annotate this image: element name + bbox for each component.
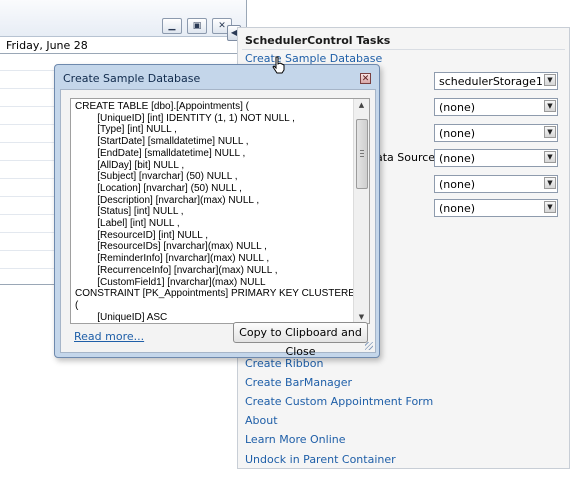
scroll-down-icon[interactable]: ▼ <box>356 312 367 322</box>
combo-value: (none) <box>439 152 476 165</box>
date-header-label: Friday, June 28 <box>6 39 88 52</box>
combo-value: (none) <box>439 101 476 114</box>
dialog-body: CREATE TABLE [dbo].[Appointments] ( [Uni… <box>60 89 376 358</box>
chevron-down-icon[interactable]: ▼ <box>544 126 556 138</box>
combo-box[interactable]: (none) ▼ <box>434 98 558 116</box>
combo-box[interactable]: (none) ▼ <box>434 175 558 193</box>
chevron-down-icon[interactable]: ▼ <box>544 100 556 112</box>
combo-box[interactable]: (none) ▼ <box>434 199 558 217</box>
combo-value: (none) <box>439 178 476 191</box>
restore-icon[interactable]: ▣ <box>187 18 207 34</box>
date-header: Friday, June 28 <box>0 37 246 54</box>
minimize-icon[interactable]: ▁ <box>162 18 182 34</box>
grip-line <box>360 150 364 151</box>
scroll-up-icon[interactable]: ▲ <box>356 100 367 110</box>
dialog-title: Create Sample Database <box>63 72 201 85</box>
undock-link[interactable]: Undock in Parent Container <box>245 453 396 466</box>
combo-value: (none) <box>439 127 476 140</box>
combo-value: schedulerStorage1 <box>439 75 543 88</box>
about-link[interactable]: About <box>245 414 278 427</box>
hand-cursor-icon <box>272 56 285 74</box>
read-more-link[interactable]: Read more... <box>74 330 144 343</box>
data-source-combo[interactable]: (none) ▼ <box>434 149 558 167</box>
grip-line <box>360 153 364 154</box>
chevron-down-icon[interactable]: ▼ <box>544 74 556 86</box>
create-custom-appointment-form-link[interactable]: Create Custom Appointment Form <box>245 395 433 408</box>
chevron-down-icon[interactable]: ▼ <box>544 177 556 189</box>
resize-grip-icon[interactable] <box>365 342 373 350</box>
learn-more-online-link[interactable]: Learn More Online <box>245 433 346 446</box>
sql-script-text[interactable]: CREATE TABLE [dbo].[Appointments] ( [Uni… <box>75 101 362 323</box>
sql-script-box[interactable]: CREATE TABLE [dbo].[Appointments] ( [Uni… <box>70 98 370 324</box>
create-sample-database-dialog: Create Sample Database ✕ CREATE TABLE [d… <box>54 64 380 358</box>
combo-value: (none) <box>439 202 476 215</box>
chevron-down-icon[interactable]: ▼ <box>544 151 556 163</box>
scheduler-titlebar: ▁ ▣ ✕ <box>0 0 246 37</box>
create-barmanager-link[interactable]: Create BarManager <box>245 376 352 389</box>
grip-line <box>360 156 364 157</box>
copy-to-clipboard-button[interactable]: Copy to Clipboard and Close <box>233 322 368 358</box>
scrollbar-thumb[interactable] <box>356 119 368 189</box>
vertical-scrollbar[interactable]: ▲ ▼ <box>353 99 369 323</box>
panel-title: SchedulerControl Tasks <box>245 34 391 47</box>
close-icon[interactable]: ✕ <box>360 73 371 84</box>
chevron-down-icon[interactable]: ▼ <box>544 201 556 213</box>
data-source-label: ata Source <box>376 151 436 164</box>
divider <box>242 49 565 50</box>
combo-box[interactable]: (none) ▼ <box>434 124 558 142</box>
storage-combo[interactable]: schedulerStorage1 ▼ <box>434 72 558 90</box>
